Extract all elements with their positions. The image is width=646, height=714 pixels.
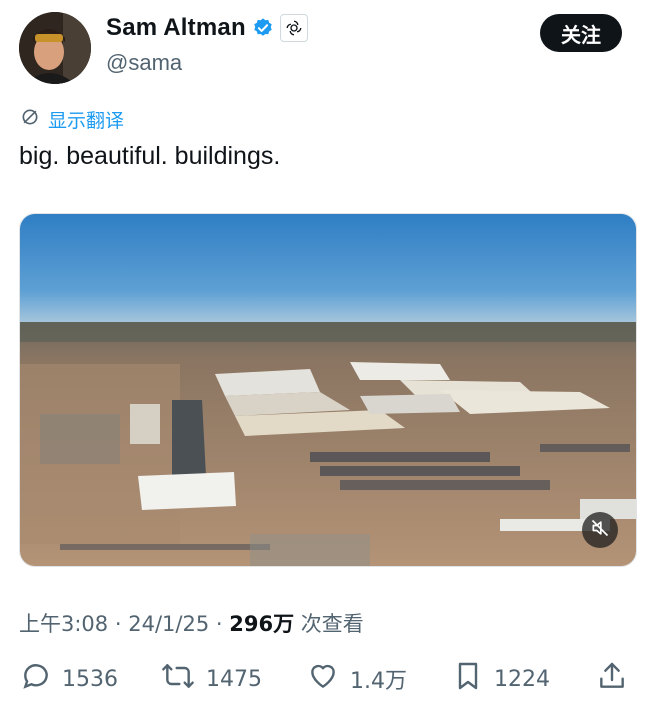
mute-button[interactable] [582, 512, 618, 548]
tweet-time[interactable]: 上午3:08 [19, 612, 108, 636]
bookmark-button[interactable]: 1224 [452, 660, 550, 698]
meta-separator: · [114, 612, 122, 636]
mute-icon [590, 518, 610, 543]
verified-badge-icon[interactable] [252, 17, 274, 39]
tweet-meta: 上午3:08 · 24/1/25 · 296万 次查看 [19, 608, 364, 638]
share-icon [596, 660, 628, 698]
views-count: 296万 [229, 612, 295, 636]
aerial-factory-image [20, 214, 636, 566]
share-button[interactable] [596, 660, 628, 698]
like-button[interactable]: 1.4万 [306, 660, 407, 698]
openai-logo-icon[interactable] [279, 14, 308, 42]
retweet-count: 1475 [206, 666, 262, 692]
tweet-actions: 1536 1475 1.4万 1224 [0, 660, 646, 700]
reply-count: 1536 [62, 666, 118, 692]
bookmark-icon [452, 660, 484, 698]
meta-separator: · [215, 612, 223, 636]
reply-icon [20, 660, 52, 698]
retweet-button[interactable]: 1475 [160, 660, 262, 698]
bookmark-count: 1224 [494, 666, 550, 692]
translate-icon [20, 107, 40, 132]
author-name-row: Sam Altman [106, 14, 308, 42]
author-handle[interactable]: @sama [106, 50, 182, 76]
retweet-icon [160, 660, 196, 698]
tweet-text: big. beautiful. buildings. [19, 142, 281, 170]
avatar[interactable] [19, 12, 91, 84]
views-label: 次查看 [294, 612, 364, 636]
heart-icon [306, 660, 340, 698]
author-display-name[interactable]: Sam Altman [106, 14, 246, 42]
like-count: 1.4万 [350, 669, 407, 694]
tweet-media-video[interactable] [19, 213, 637, 567]
follow-button[interactable]: 关注 [540, 14, 622, 52]
translate-label: 显示翻译 [48, 110, 125, 132]
tweet-date[interactable]: 24/1/25 [128, 612, 209, 636]
reply-button[interactable]: 1536 [20, 660, 118, 698]
translate-link[interactable]: 显示翻译 [20, 106, 124, 133]
